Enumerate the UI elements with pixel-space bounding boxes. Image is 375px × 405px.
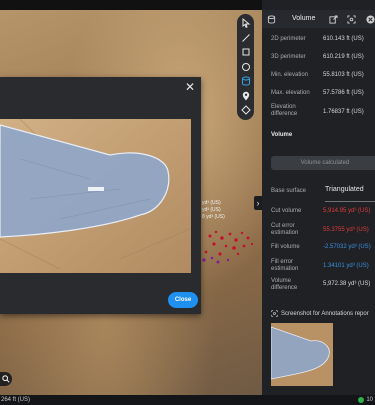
screenshot-icon[interactable] <box>347 15 356 24</box>
drawing-toolbar <box>237 14 254 120</box>
shape-icon <box>240 105 251 115</box>
polygon-label <box>88 187 104 191</box>
screenshot-section: Screenshot for Annotations repor <box>271 310 369 317</box>
volume-value: 5,972.38 yd³ (US) <box>323 281 371 287</box>
search-icon <box>2 375 10 383</box>
background-label: yd³ (US) <box>202 200 221 206</box>
pin-tool-button[interactable] <box>237 89 254 104</box>
volume-heatmap-overlay <box>202 230 254 264</box>
screenshot-icon <box>271 310 278 317</box>
volume-label: Cut error estimation <box>271 223 299 236</box>
panel-header: Volume <box>262 10 375 28</box>
measure-label: 3D perimeter <box>271 54 306 60</box>
status-count: 10 <box>366 397 373 403</box>
circle-tool-button[interactable] <box>237 60 254 75</box>
close-button[interactable]: Close <box>168 292 198 308</box>
base-surface-value: Triangulated <box>325 186 364 193</box>
measure-value: 1.76837 ft (US) <box>323 109 364 115</box>
background-label: yd³ (US) <box>202 207 221 213</box>
measure-value: 55.8103 ft (US) <box>323 72 364 78</box>
status-bar: 264 ft (US) 10 <box>0 395 375 405</box>
panel-title: Volume <box>292 15 316 22</box>
volume-section-title: Volume <box>271 132 293 138</box>
measure-label: Max. elevation <box>271 90 310 96</box>
volume-value: 1.34101 yd³ (US) <box>323 263 369 269</box>
base-surface-select[interactable]: Triangulated <box>325 186 375 202</box>
close-icon[interactable]: ✕ <box>185 81 195 93</box>
screenshot-preview-image <box>0 119 191 273</box>
measurement-panel: Volume 2D perimeter 610.143 ft (US) 3D p… <box>262 0 375 395</box>
close-panel-icon[interactable] <box>366 15 375 24</box>
base-surface-label: Base surface <box>271 188 307 194</box>
viewport-top-bar <box>0 0 262 10</box>
volume-calculated-button[interactable]: Volume calculated <box>271 156 375 170</box>
circle-icon <box>241 62 250 71</box>
screenshot-label: Screenshot for Annotations repor <box>281 311 369 318</box>
measure-label: Elevation difference <box>271 104 298 117</box>
chevron-right-icon: › <box>256 198 260 208</box>
volume-tool-button[interactable] <box>237 74 254 89</box>
line-icon <box>241 33 250 42</box>
scale-readout: 264 ft (US) <box>1 397 31 403</box>
shape-tool-button[interactable] <box>237 103 254 118</box>
status-icon <box>358 397 365 403</box>
volume-value: 55.3755 yd³ (US) <box>323 227 369 233</box>
preview-terrain <box>0 119 191 273</box>
volume-icon <box>241 76 250 86</box>
pin-icon <box>242 91 249 101</box>
measure-value: 610.143 ft (US) <box>323 36 364 42</box>
measure-value: 57.5786 ft (US) <box>323 90 364 96</box>
volume-label: Volume difference <box>271 278 298 291</box>
status-indicator: 10 <box>358 395 373 405</box>
export-icon[interactable] <box>329 15 338 24</box>
thumbnail-terrain <box>271 323 333 386</box>
volume-icon <box>267 15 276 24</box>
measure-value: 610.219 ft (US) <box>323 54 364 60</box>
background-measure-labels: yd³ (US) yd³ (US) 8 yd³ (US) <box>202 200 225 221</box>
volume-label: Fill error estimation <box>271 259 299 272</box>
line-tool-button[interactable] <box>237 31 254 46</box>
background-label: 8 yd³ (US) <box>202 214 225 220</box>
volume-value: -2.57032 yd³ (US) <box>323 244 371 250</box>
volume-label: Fill volume <box>271 244 300 250</box>
zoom-search-button[interactable] <box>0 372 12 386</box>
measure-label: Min. elevation <box>271 72 309 78</box>
cursor-tool-button[interactable] <box>237 16 254 31</box>
screenshot-thumbnail[interactable] <box>271 323 333 386</box>
cursor-icon <box>242 18 250 29</box>
polygon-icon <box>242 48 249 56</box>
panel-collapse-handle[interactable]: › <box>254 196 262 210</box>
volume-value: 5,914.95 yd³ (US) <box>323 208 371 214</box>
volume-label: Cut volume <box>271 208 302 214</box>
measure-label: 2D perimeter <box>271 36 306 42</box>
polygon-tool-button[interactable] <box>237 45 254 60</box>
